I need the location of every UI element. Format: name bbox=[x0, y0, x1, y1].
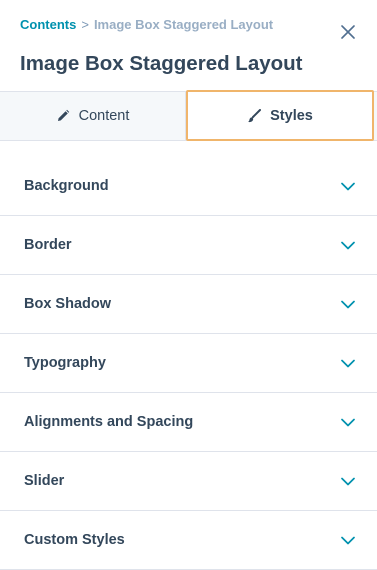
chevron-down-icon bbox=[341, 477, 355, 485]
tab-bar: Content Styles bbox=[0, 90, 377, 141]
chevron-down-icon bbox=[341, 418, 355, 426]
section-typography[interactable]: Typography bbox=[0, 334, 377, 393]
tab-styles-label: Styles bbox=[270, 107, 313, 124]
section-label: Custom Styles bbox=[24, 532, 125, 548]
breadcrumb: Contents > Image Box Staggered Layout bbox=[20, 17, 273, 32]
chevron-down-icon bbox=[341, 182, 355, 190]
panel-header: Contents > Image Box Staggered Layout Imag… bbox=[0, 0, 377, 92]
section-label: Typography bbox=[24, 355, 106, 371]
breadcrumb-current: Image Box Staggered Layout bbox=[93, 17, 274, 32]
tab-content-label: Content bbox=[78, 108, 130, 124]
chevron-down-icon bbox=[341, 300, 355, 308]
tab-content[interactable]: Content bbox=[0, 92, 186, 140]
section-custom-styles[interactable]: Custom Styles bbox=[0, 511, 377, 570]
breadcrumb-separator: > bbox=[81, 17, 89, 32]
pencil-icon bbox=[57, 109, 69, 121]
chevron-down-icon bbox=[341, 536, 355, 544]
page-title: Image Box Staggered Layout bbox=[20, 52, 303, 75]
section-label: Slider bbox=[24, 473, 65, 489]
close-icon[interactable] bbox=[341, 25, 355, 39]
chevron-down-icon bbox=[341, 241, 355, 249]
breadcrumb-link-contents[interactable]: Contents bbox=[20, 17, 76, 32]
section-border[interactable]: Border bbox=[0, 216, 377, 275]
style-sections-list: Background Border Box Shadow Typography … bbox=[0, 157, 377, 570]
section-label: Background bbox=[24, 178, 109, 194]
section-alignments-and-spacing[interactable]: Alignments and Spacing bbox=[0, 393, 377, 452]
section-box-shadow[interactable]: Box Shadow bbox=[0, 275, 377, 334]
section-label: Box Shadow bbox=[24, 296, 112, 312]
section-background[interactable]: Background bbox=[0, 157, 377, 216]
section-slider[interactable]: Slider bbox=[0, 452, 377, 511]
section-label: Alignments and Spacing bbox=[24, 414, 194, 430]
chevron-down-icon bbox=[341, 359, 355, 367]
section-label: Border bbox=[24, 237, 72, 253]
brush-icon bbox=[248, 108, 262, 122]
tab-styles[interactable]: Styles bbox=[186, 90, 374, 141]
